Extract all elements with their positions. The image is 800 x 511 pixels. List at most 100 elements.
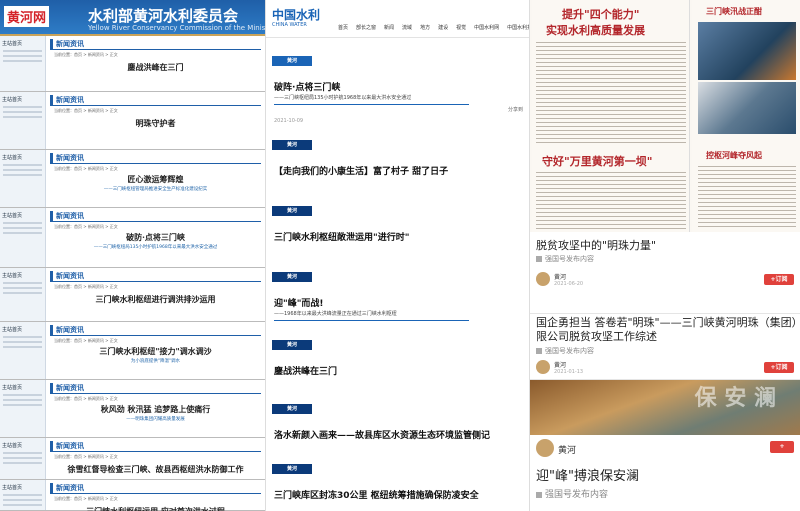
side-nav-link[interactable] [3,341,42,343]
side-nav-link[interactable] [3,452,42,454]
card-title[interactable]: 脱贫攻坚中的"明珠力量" [536,237,656,253]
author-name[interactable]: 黄河 [554,360,566,369]
article-title[interactable]: 匠心激运筹辉煌 [50,174,261,185]
share-link[interactable]: 分享到 [508,106,523,113]
article-title[interactable]: 破防·点将三门峡 [50,232,261,243]
side-nav-heading[interactable]: 主站首页 [2,484,43,491]
news-panel: 主站首页 新闻资讯 当前位置：首页 > 新闻资讯 > 正文 秋风劲 秋汛猛 追梦路上使… [0,380,265,438]
main-nav: 首页 部长之窗 新闻 流域 地方 建设 视觉 中国水利网 中国水利报 [338,24,529,31]
article-card[interactable]: 脱贫攻坚中的"明珠力量" 强国号发布内容 黄河 2021-06-20 +订阅 [530,232,800,314]
article-title[interactable]: 鏖战洪峰在三门 [50,62,261,73]
side-nav-link[interactable] [3,111,42,113]
channel-tag[interactable]: 黄河 [272,140,312,150]
nav-item[interactable]: 部长之窗 [356,25,376,31]
side-nav-heading[interactable]: 主站首页 [2,384,43,391]
side-nav-link[interactable] [3,164,42,166]
side-nav-link[interactable] [3,60,42,62]
item-title[interactable]: 迎"峰"而战! [274,296,323,309]
item-title[interactable]: 【走向我们的小康生活】富了村子 甜了日子 [274,164,448,177]
channel-tag[interactable]: 黄河 [272,404,312,414]
nav-item[interactable]: 流域 [402,25,412,31]
item-title[interactable]: 鏖战洪峰在三门 [274,364,337,377]
channel-tag[interactable]: 黄河 [272,340,312,350]
side-nav-link[interactable] [3,222,42,224]
side-nav-link[interactable] [3,404,42,406]
side-nav-link[interactable] [3,457,42,459]
side-nav-link[interactable] [3,394,42,396]
news-panel: 主站首页 新闻资讯 当前位置：首页 > 新闻资讯 > 正文 鏖战洪峰在三门 [0,36,265,92]
side-nav-heading[interactable]: 主站首页 [2,272,43,279]
channel-tag[interactable]: 黄河 [272,272,312,282]
side-nav-heading[interactable]: 主站首页 [2,212,43,219]
side-nav-heading[interactable]: 主站首页 [2,96,43,103]
subscribe-button[interactable]: +订阅 [764,362,794,373]
nav-item[interactable]: 视觉 [456,25,466,31]
news-panel: 主站首页 新闻资讯 当前位置：首页 > 新闻资讯 > 正文 三门峡水利枢纽进行调洪排沙… [0,268,265,322]
side-nav-heading[interactable]: 主站首页 [2,442,43,449]
side-nav-heading[interactable]: 主站首页 [2,154,43,161]
item-subtitle: ——1968年以来最大洪峰流量正在通过三门峡水利枢纽 [274,311,397,317]
item-title[interactable]: 洛水新颜入画来——故县库区水资源生态环境监管侧记 [274,428,490,441]
side-nav-link[interactable] [3,55,42,57]
side-nav-link[interactable] [3,292,42,294]
side-nav-link[interactable] [3,462,42,464]
item-title[interactable]: 破阵·点将三门峡 [274,80,340,93]
side-nav-link[interactable] [3,494,42,496]
author-avatar[interactable] [536,360,550,374]
channel-tag[interactable]: 黄河 [272,206,312,216]
nav-item[interactable]: 建设 [438,25,448,31]
side-nav-link[interactable] [3,106,42,108]
item-title[interactable]: 三门峡库区封冻30公里 枢纽统筹措施确保防凌安全 [274,488,479,501]
channel-tag[interactable]: 黄河 [272,464,312,474]
side-nav-link[interactable] [3,50,42,52]
side-nav-link[interactable] [3,232,42,234]
side-nav-link[interactable] [3,174,42,176]
side-nav: 主站首页 [0,438,46,479]
author-avatar[interactable] [536,272,550,286]
channel-tag[interactable]: 黄河 [272,56,312,66]
side-nav-link[interactable] [3,169,42,171]
side-nav-heading[interactable]: 主站首页 [2,40,43,47]
article-card[interactable]: 国企勇担当 答卷若"明珠"——三门峡黄河明珠（集团）有 限公司脱贫攻坚工作综述 … [530,314,800,380]
nav-item[interactable]: 中国水利报 [507,25,529,31]
article-title[interactable]: 三门峡水利枢纽进行调洪排沙运用 [50,294,261,305]
side-nav-link[interactable] [3,399,42,401]
nav-item[interactable]: 地方 [420,25,430,31]
article-title[interactable]: 三门峡水利枢纽运用 应对首次洪水过程 [50,506,261,511]
side-nav-link[interactable] [3,282,42,284]
site-logo[interactable]: 黄河网 [4,6,50,27]
item-title[interactable]: 三门峡水利枢纽敞泄运用"进行时" [274,230,409,243]
card-title-line2[interactable]: 限公司脱贫攻坚工作综述 [536,328,657,344]
breadcrumb: 当前位置：首页 > 新闻资讯 > 正文 [54,108,118,113]
nav-item[interactable]: 首页 [338,25,348,31]
side-nav-heading[interactable]: 主站首页 [2,326,43,333]
item-date: 2021-10-09 [274,118,304,124]
subscribe-button[interactable]: + [770,441,794,453]
subscribe-button[interactable]: +订阅 [764,274,794,285]
author-name[interactable]: 黄河 [554,272,566,281]
side-nav-link[interactable] [3,116,42,118]
nav-item[interactable]: 中国水利网 [474,25,499,31]
author-avatar[interactable] [536,439,554,457]
news-panel: 主站首页 新闻资讯 当前位置：首页 > 新闻资讯 > 正文 明珠守护者 [0,92,265,150]
section-label: 新闻资讯 [50,153,84,163]
article-card[interactable]: 黄河 + 迎"峰"搏浪保安澜 强国号发布内容 [530,435,800,511]
breadcrumb: 当前位置：首页 > 新闻资讯 > 正文 [54,454,118,459]
site-banner: 黄河网 水利部黄河水利委员会 Yellow River Conservancy … [0,0,265,36]
side-nav-link[interactable] [3,336,42,338]
section-rule [50,281,261,282]
article-title[interactable]: 明珠守护者 [50,118,261,129]
side-nav-link[interactable] [3,346,42,348]
article-title[interactable]: 三门峡水利枢纽"接力"调水调沙 [50,346,261,357]
side-nav-link[interactable] [3,499,42,501]
side-nav-link[interactable] [3,504,42,506]
nav-item[interactable]: 新闻 [384,25,394,31]
card-title[interactable]: 迎"峰"搏浪保安澜 [536,465,639,484]
article-title[interactable]: 徐雪红督导检查三门峡、故县西枢纽洪水防御工作 [50,464,261,475]
side-nav: 主站首页 [0,208,46,267]
china-water-logo[interactable]: 中国水利 [272,6,320,23]
author-name[interactable]: 黄河 [558,443,576,456]
article-title[interactable]: 秋风劲 秋汛猛 追梦路上使痛行 [50,404,261,415]
side-nav-link[interactable] [3,227,42,229]
side-nav-link[interactable] [3,287,42,289]
